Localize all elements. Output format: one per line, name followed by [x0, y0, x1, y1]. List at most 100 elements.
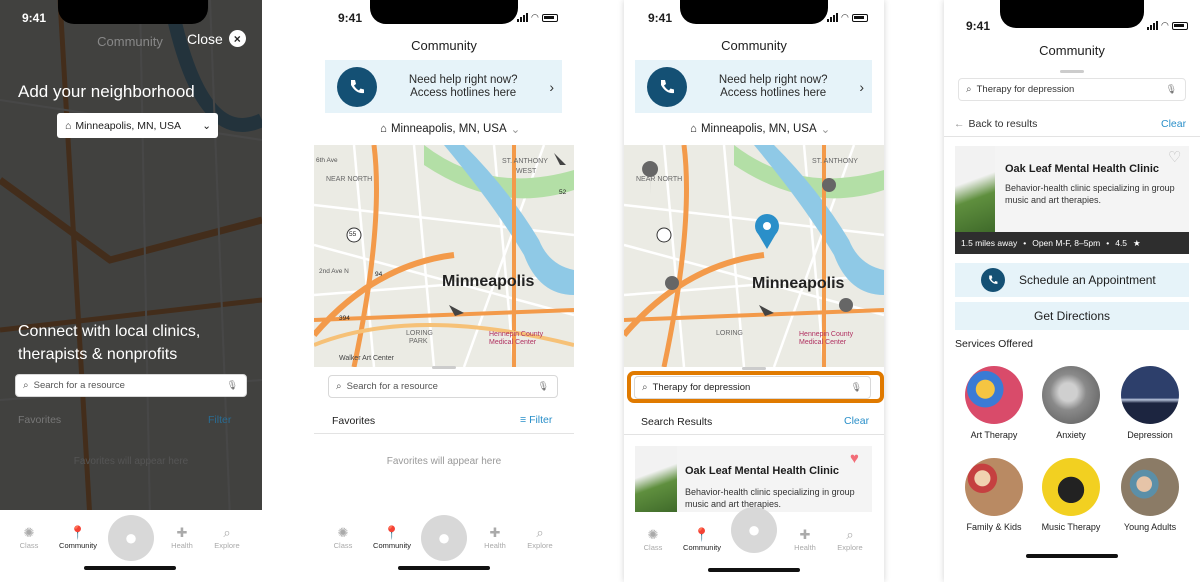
tab-label: Explore	[214, 541, 240, 550]
service-art-therapy[interactable]: Art Therapy	[956, 366, 1032, 440]
chevron-right-icon: ›	[549, 78, 554, 95]
home-indicator	[84, 566, 176, 570]
tab-community[interactable]: 📍 Community	[372, 525, 412, 550]
tab-label: Class	[19, 541, 39, 550]
map-shield: 52	[559, 189, 567, 196]
phone-icon	[981, 268, 1005, 292]
map-view[interactable]: Minneapolis ST. ANTHONY WEST NEAR NORTH …	[314, 145, 574, 367]
search-input[interactable]: ⌕ Therapy for depression 🎙	[958, 78, 1186, 101]
avatar[interactable]: ●	[731, 507, 777, 553]
search-input[interactable]: ⌕ Search for a resource 🎙	[328, 375, 558, 398]
search-input[interactable]: ⌕ Therapy for depression 🎙	[634, 376, 871, 399]
onboarding-connect-text: Connect with local clinics, therapists &…	[18, 323, 201, 363]
clinic-name: Oak Leaf Mental Health Clinic	[1005, 163, 1160, 175]
heart-outline-icon[interactable]: ♡	[1168, 148, 1181, 166]
tab-health[interactable]: ✚ Health	[162, 525, 202, 550]
close-label: Close	[187, 30, 223, 47]
location-dropdown[interactable]: ⌂ Minneapolis, MN, USA ⌄	[57, 113, 218, 138]
tab-community[interactable]: 📍 Community	[682, 527, 722, 552]
mic-icon[interactable]: 🎙	[538, 381, 549, 392]
map-pin-icon: 📍	[693, 527, 711, 542]
separator-dot: •	[1023, 238, 1027, 248]
sheet-handle[interactable]	[1060, 70, 1084, 73]
favorites-heading: Favorites	[18, 414, 62, 426]
clinic-info-bar: 1.5 miles away • Open M-F, 8–5pm • 4.5 ★	[955, 232, 1189, 254]
service-depression[interactable]: Depression	[1112, 366, 1188, 440]
clinic-card[interactable]: Oak Leaf Mental Health Clinic Behavior-h…	[955, 146, 1189, 254]
service-label: Young Adults	[1123, 522, 1177, 532]
sheet-handle[interactable]	[742, 367, 766, 370]
divider	[944, 136, 1200, 137]
map-shield: 55	[349, 231, 357, 238]
hotline-line1: Need help right now?	[408, 73, 518, 86]
tab-label: Health	[794, 543, 816, 552]
chevron-down-icon: ⌄	[202, 119, 211, 132]
status-icons: ◠	[827, 12, 868, 23]
sheet-handle[interactable]	[432, 366, 456, 369]
service-label: Art Therapy	[970, 430, 1018, 440]
tab-explore[interactable]: ⌕ Explore	[207, 525, 247, 550]
clear-button[interactable]: Clear	[844, 415, 869, 427]
map-label: WEST	[516, 168, 537, 175]
mic-icon[interactable]: 🎙	[227, 380, 238, 391]
tab-bar: ✺ Class 📍 Community ● ✚ Health ⌕ Explore	[0, 510, 262, 582]
tab-class[interactable]: ✺ Class	[323, 525, 363, 550]
map-label: NEAR NORTH	[326, 176, 373, 183]
tab-health[interactable]: ✚ Health	[785, 527, 825, 552]
map-shield: 94	[375, 271, 383, 278]
tab-health[interactable]: ✚ Health	[475, 525, 515, 550]
clinic-desc: Behavior-health clinic specializing in g…	[685, 487, 855, 509]
status-time: 9:41	[966, 19, 991, 33]
clear-button[interactable]: Clear	[1161, 118, 1186, 130]
tab-class[interactable]: ✺ Class	[633, 527, 673, 552]
search-input[interactable]: ⌕ Search for a resource 🎙	[15, 374, 247, 397]
mic-icon[interactable]: 🎙	[851, 382, 862, 393]
service-image	[1042, 366, 1100, 424]
service-young-adults[interactable]: Young Adults	[1112, 458, 1188, 532]
status-time: 9:41	[648, 11, 673, 25]
tab-label: Class	[643, 543, 663, 552]
close-button[interactable]: Close ×	[187, 30, 246, 47]
filter-label: Filter	[529, 414, 553, 426]
map-label: Medical Center	[799, 339, 847, 346]
tab-label: Explore	[527, 541, 553, 550]
hotline-line2: Access hotlines here	[410, 86, 517, 99]
service-anxiety[interactable]: Anxiety	[1033, 366, 1109, 440]
service-label: Depression	[1127, 430, 1173, 440]
tab-explore[interactable]: ⌕ Explore	[520, 525, 560, 550]
tab-community[interactable]: 📍 Community	[58, 525, 98, 550]
service-music-therapy[interactable]: Music Therapy	[1033, 458, 1109, 532]
hotline-banner[interactable]: Need help right now? Access hotlines here…	[325, 60, 562, 113]
hotline-banner[interactable]: Need help right now? Access hotlines here…	[635, 60, 872, 113]
map-shield: 394	[339, 315, 350, 322]
user-icon: ●	[437, 525, 451, 550]
arrow-left-icon: ←	[954, 118, 965, 130]
community-screen: 9:41 ◠ Community Need help right now? Acc…	[314, 0, 574, 582]
notch	[58, 0, 208, 24]
map-city-label: Minneapolis	[752, 275, 845, 292]
overlay-dim	[0, 0, 262, 510]
avatar[interactable]: ●	[421, 515, 467, 561]
service-family-kids[interactable]: Family & Kids	[956, 458, 1032, 532]
service-image	[1042, 458, 1100, 516]
star-icon: ★	[1133, 237, 1141, 248]
location-selector[interactable]: ⌂ Minneapolis, MN, USA ⌄	[690, 122, 830, 136]
mic-icon[interactable]: 🎙	[1166, 84, 1177, 95]
tab-bar: ✺ Class 📍 Community ● ✚ Health ⌕ Explore	[314, 510, 574, 582]
clinic-image	[635, 446, 677, 512]
tab-explore[interactable]: ⌕ Explore	[830, 527, 870, 552]
location-selector[interactable]: ⌂ Minneapolis, MN, USA ⌄	[380, 122, 520, 136]
filter-button[interactable]: Filter	[208, 414, 231, 426]
tab-label: Health	[171, 541, 193, 550]
back-button[interactable]: ← Back to results	[954, 118, 1037, 130]
avatar[interactable]: ●	[108, 515, 154, 561]
filter-button[interactable]: ≡ Filter	[520, 414, 552, 426]
notch	[680, 0, 828, 24]
favorites-heading: Favorites	[332, 415, 376, 427]
get-directions-button[interactable]: Get Directions	[955, 302, 1189, 330]
schedule-appointment-button[interactable]: Schedule an Appointment	[955, 263, 1189, 297]
tab-class[interactable]: ✺ Class	[9, 525, 49, 550]
heart-filled-icon[interactable]: ♥	[850, 450, 859, 467]
map-view[interactable]: Minneapolis ST. ANTHONY NEAR NORTH LORIN…	[624, 145, 884, 367]
result-card[interactable]: Oak Leaf Mental Health Clinic Behavior-h…	[635, 446, 872, 512]
